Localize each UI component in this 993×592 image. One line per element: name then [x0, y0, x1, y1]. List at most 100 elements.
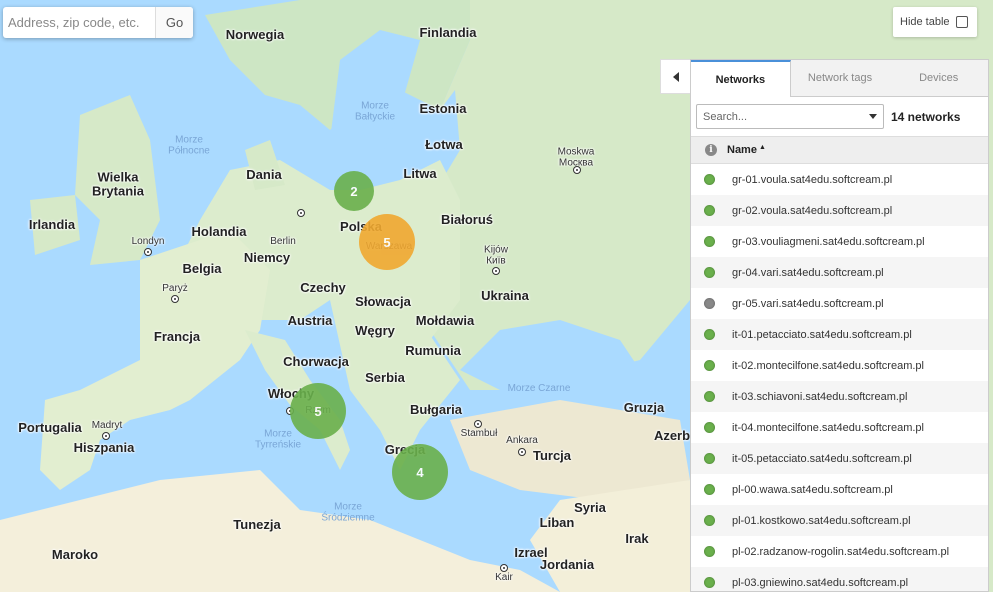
network-name: it-04.montecilfone.sat4edu.softcream.pl [732, 421, 924, 434]
country-label: Dania [246, 167, 282, 183]
country-label: Tunezja [233, 517, 281, 533]
country-label: Irlandia [28, 217, 76, 233]
city-marker-icon [474, 420, 482, 428]
network-name: it-01.petacciato.sat4edu.softcream.pl [732, 328, 912, 341]
address-search-box: Go [3, 7, 193, 38]
panel-toolbar: Search... 14 networks [691, 97, 988, 137]
tab-network-tags[interactable]: Network tags [790, 60, 890, 97]
country-label: Słowacja [355, 294, 411, 310]
city-label: Stambuł [460, 427, 498, 439]
country-label: Holandia [191, 224, 247, 240]
city-label: Madryt [91, 419, 123, 431]
cluster-marker-greece[interactable]: 4 [392, 444, 448, 500]
hide-table-checkbox[interactable] [955, 16, 968, 28]
network-name: pl-00.wawa.sat4edu.softcream.pl [732, 483, 893, 496]
city-label: Berlin [270, 235, 296, 247]
status-dot-icon [704, 391, 715, 402]
table-row[interactable]: pl-02.radzanow-rogolin.sat4edu.softcream… [691, 536, 988, 567]
table-row[interactable]: it-04.montecilfone.sat4edu.softcream.pl [691, 412, 988, 443]
status-dot-icon [704, 205, 715, 216]
network-name: pl-03.gniewino.sat4edu.softcream.pl [732, 576, 909, 589]
cluster-marker-warsaw[interactable]: 5 [359, 214, 415, 270]
table-row[interactable]: it-03.schiavoni.sat4edu.softcream.pl [691, 381, 988, 412]
status-dot-icon [704, 329, 715, 340]
networks-table-body: gr-01.voula.sat4edu.softcream.pl gr-02.vo… [691, 164, 988, 591]
cluster-marker-italy[interactable]: 5 [290, 383, 346, 439]
country-label: Chorwacja [283, 354, 349, 370]
table-row[interactable]: gr-03.vouliagmeni.sat4edu.softcream.pl [691, 226, 988, 257]
status-dot-icon [704, 267, 715, 278]
status-dot-icon [704, 546, 715, 557]
table-row[interactable]: it-01.petacciato.sat4edu.softcream.pl [691, 319, 988, 350]
country-label: Białoruś [440, 212, 494, 228]
country-label: Czechy [300, 280, 346, 296]
table-row[interactable]: gr-05.vari.sat4edu.softcream.pl [691, 288, 988, 319]
tab-networks[interactable]: Networks [691, 60, 791, 97]
country-label: Jordania [539, 557, 595, 573]
country-label: Bułgaria [409, 402, 463, 418]
country-label: Portugalia [18, 420, 82, 436]
city-label: Kair [495, 571, 513, 583]
country-label: Wielka Brytania [91, 169, 145, 198]
city-label: Ankara [506, 434, 538, 446]
table-row[interactable]: gr-04.vari.sat4edu.softcream.pl [691, 257, 988, 288]
network-name: pl-02.radzanow-rogolin.sat4edu.softcream… [732, 545, 950, 558]
table-row[interactable]: pl-01.kostkowo.sat4edu.softcream.pl [691, 505, 988, 536]
country-label: Litwa [403, 166, 437, 182]
country-label: Niemcy [243, 250, 291, 266]
network-search-placeholder: Search... [703, 110, 748, 123]
status-dot-icon [704, 484, 715, 495]
table-row[interactable]: pl-00.wawa.sat4edu.softcream.pl [691, 474, 988, 505]
country-label: Estonia [419, 101, 467, 117]
table-row[interactable]: gr-02.voula.sat4edu.softcream.pl [691, 195, 988, 226]
table-row[interactable]: pl-03.gniewino.sat4edu.softcream.pl [691, 567, 988, 591]
info-icon[interactable]: i [705, 144, 717, 156]
status-dot-icon [704, 577, 715, 588]
hide-table-label: Hide table [900, 16, 950, 28]
network-name: gr-03.vouliagmeni.sat4edu.softcream.pl [732, 235, 925, 248]
table-row[interactable]: it-02.montecilfone.sat4edu.softcream.pl [691, 350, 988, 381]
tab-devices[interactable]: Devices [889, 60, 988, 97]
sea-label: Morze Północne [168, 134, 210, 156]
column-header-name[interactable]: Name ▲ [727, 144, 766, 156]
city-label: Kijów Київ [484, 244, 508, 266]
go-button[interactable]: Go [155, 7, 193, 38]
hide-table-control[interactable]: Hide table [893, 7, 977, 37]
cluster-marker-north-poland[interactable]: 2 [334, 171, 374, 211]
address-search-input[interactable] [3, 7, 155, 38]
status-dot-icon [704, 515, 715, 526]
network-search-select[interactable]: Search... [696, 104, 884, 129]
table-header: i Name ▲ [691, 137, 988, 164]
sort-ascending-icon: ▲ [758, 144, 766, 151]
networks-panel: Networks Network tags Devices Search... … [690, 59, 989, 592]
country-label: Francja [153, 329, 201, 345]
table-row[interactable]: it-05.petacciato.sat4edu.softcream.pl [691, 443, 988, 474]
sea-label: Morze Tyrreńskie [254, 428, 302, 450]
status-dot-icon [704, 360, 715, 371]
table-row[interactable]: gr-01.voula.sat4edu.softcream.pl [691, 164, 988, 195]
status-dot-icon [704, 236, 715, 247]
status-dot-icon [704, 298, 715, 309]
country-label: Austria [287, 313, 333, 329]
sea-label: Morze Śródziemne [321, 501, 375, 523]
network-count: 14 networks [891, 109, 961, 124]
country-label: Liban [539, 515, 575, 531]
city-marker-icon [171, 295, 179, 303]
network-name: gr-04.vari.sat4edu.softcream.pl [732, 266, 884, 279]
country-label: Syria [574, 500, 606, 516]
country-label: Belgia [182, 261, 222, 277]
sea-label: Morze Czarne [507, 382, 571, 394]
city-label: Paryż [162, 282, 188, 294]
caret-left-icon [672, 71, 679, 82]
city-label: Londyn [131, 235, 165, 247]
sea-label: Morze Bałtyckie [354, 100, 396, 122]
network-name: pl-01.kostkowo.sat4edu.softcream.pl [732, 514, 911, 527]
city-marker-icon [492, 267, 500, 275]
status-dot-icon [704, 174, 715, 185]
network-name: gr-05.vari.sat4edu.softcream.pl [732, 297, 884, 310]
status-dot-icon [704, 453, 715, 464]
network-name: gr-02.voula.sat4edu.softcream.pl [732, 204, 893, 217]
chevron-down-icon [869, 114, 877, 119]
collapse-panel-button[interactable] [660, 59, 690, 94]
country-label: Turcja [532, 448, 572, 464]
